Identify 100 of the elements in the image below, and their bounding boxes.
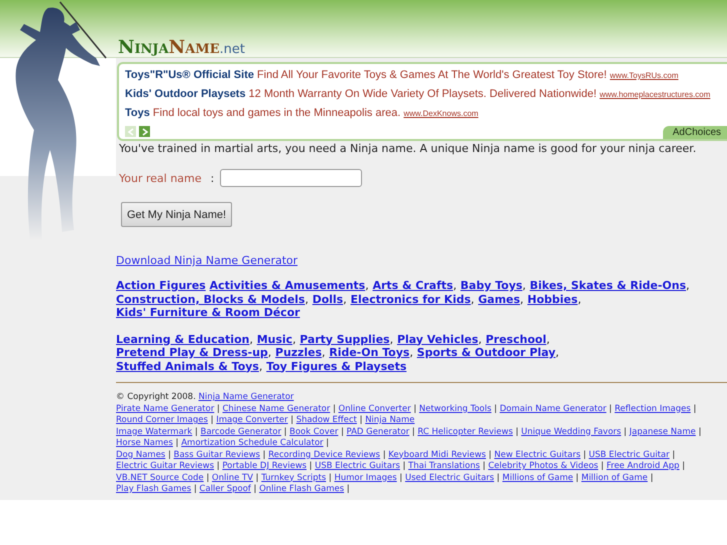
category-link[interactable]: Kids' Furniture & Room Décor [116,306,300,319]
separator-text: , [556,346,560,359]
category-link[interactable]: Sports & Outdoor Play [416,346,556,359]
separator-text: , [268,346,272,359]
footer-link[interactable]: Unique Wedding Favors [521,426,622,436]
category-link[interactable]: Dolls [312,292,344,306]
separator-text: | [284,426,287,436]
footer-link[interactable]: Online Flash Games [259,484,344,494]
separator-text: , [453,279,457,292]
separator-text: | [583,450,586,460]
name-input-field[interactable] [220,169,362,187]
separator-text: | [210,415,214,425]
footer-link[interactable]: Book Cover [290,426,338,436]
category-link[interactable]: Games [478,292,520,306]
separator-text: , [258,360,262,372]
category-link[interactable]: Arts & Crafts [372,279,454,292]
footer-link[interactable]: Turnkey Scripts [261,472,326,482]
separator-text: | [402,461,406,471]
separator-text: | [254,484,256,494]
separator-text: , [546,332,550,346]
ad-url-link[interactable]: www.homeplacestructures.com [600,90,710,99]
separator-text: | [309,461,312,471]
separator-text: | [168,450,171,460]
ad-title-link[interactable]: Toys"R"Us® Official Site [125,69,254,81]
footer-link[interactable]: Humor Images [334,472,397,482]
footer-link[interactable]: Image Converter [216,415,288,425]
category-link[interactable]: Music [256,332,292,346]
category-link[interactable]: Stuffed Animals & Toys [116,360,259,372]
ad-url-link[interactable]: www.ToysRUs.com [610,71,678,80]
separator-text: | [414,404,416,414]
footer-link[interactable]: Online Converter [338,404,411,414]
category-link[interactable]: Learning & Education [116,332,250,346]
footer-link[interactable]: Million of Game [581,472,648,482]
category-link[interactable]: Electronics for Kids [350,292,471,306]
footer-link[interactable]: Ninja Name Generator [198,392,294,402]
footer-link[interactable]: Image Watermark [116,426,192,436]
footer-link[interactable]: New Electric Guitars [494,450,580,460]
footer-link[interactable]: Ninja Name [365,415,415,425]
category-link[interactable]: Preschool [486,332,546,346]
footer-link[interactable]: Amortization Schedule Calculator [181,438,324,448]
category-link[interactable]: Puzzles [275,346,322,359]
ad-title-link[interactable]: Kids' Outdoor Playsets [125,88,246,100]
ad-url-link[interactable]: www.DexKnows.com [404,109,478,118]
category-link[interactable]: Bikes, Skates & Ride-Ons [530,279,686,292]
footer-link[interactable]: Round Corner Images [116,415,208,425]
separator-text: , [249,332,253,346]
footer-link[interactable]: Pirate Name Generator [116,404,214,414]
category-link[interactable]: Pretend Play & Dress-up [116,346,268,359]
separator-text: , [520,292,524,306]
footer-link[interactable]: Dog Names [116,450,166,460]
footer-link[interactable]: Portable DJ Reviews [222,461,307,471]
footer-link[interactable]: Electric Guitar Reviews [116,461,214,471]
footer-link[interactable]: Play Flash Games [116,484,192,494]
footer-link[interactable]: Free Android App [606,461,680,471]
separator-text: | [682,461,685,471]
download-link[interactable]: Download Ninja Name Generator [116,254,298,267]
footer-link[interactable]: Online TV [212,472,254,482]
separator-text: | [382,450,386,460]
footer-link[interactable]: Thai Translations [408,461,480,471]
category-link[interactable]: Ride-On Toys [329,346,410,359]
category-link[interactable]: Construction, Blocks & Models [116,292,305,306]
category-link[interactable]: Action Figures [116,279,206,292]
footer-link[interactable]: USB Electric Guitars [314,461,400,471]
category-link[interactable]: Toy Figures & Playsets [266,360,407,372]
separator-text: , [578,292,582,306]
category-link[interactable]: Party Supplies [300,332,390,346]
footer-link[interactable]: Japanese Name [629,426,696,436]
footer-link[interactable]: Networking Tools [419,404,492,414]
footer-link[interactable]: Chinese Name Generator [222,404,330,414]
footer-link[interactable]: Keyboard Midi Reviews [388,450,486,460]
separator-text: | [206,472,210,482]
footer-link[interactable]: VB.NET Source Code [116,472,204,482]
footer-link[interactable]: Reflection Images [614,404,691,414]
category-link[interactable]: Activities & Amusements [210,279,366,292]
footer-link[interactable]: Horse Names [116,438,173,448]
footer-link[interactable]: Domain Name Generator [500,404,606,414]
submit-button[interactable]: Get My Ninja Name! [121,202,232,227]
footer-link[interactable]: Millions of Game [502,472,574,482]
footer-link[interactable]: RC Helicopter Reviews [418,426,513,436]
footer-link[interactable]: PAD Generator [346,426,410,436]
separator-text: , [410,346,414,359]
separator-text: | [360,415,362,425]
footer-link[interactable]: Celebrity Photos & Videos [488,461,598,471]
footer-link[interactable]: Shadow Effect [296,415,357,425]
category-link[interactable]: Baby Toys [460,279,522,292]
footer-link[interactable]: USB Electric Guitar [588,450,670,460]
footer-link[interactable]: Used Electric Guitars [405,472,494,482]
adchoices-badge[interactable]: AdChoices [662,126,727,139]
footer-link[interactable]: Recording Device Reviews [268,450,380,460]
separator-text: | [346,484,350,494]
ad-title-link[interactable]: Toys [125,107,150,119]
site-logo[interactable]: NinjaName.net [118,39,245,59]
footer-link[interactable]: Caller Spoof [199,484,251,494]
separator-text: | [194,484,197,494]
category-link[interactable]: Hobbies [527,292,578,306]
footer-link[interactable]: Barcode Generator [200,426,282,436]
category-link[interactable]: Play Vehicles [397,332,478,346]
separator-text: | [262,450,266,460]
footer-link[interactable]: Bass Guitar Reviews [174,450,260,460]
next-ad-button[interactable] [139,126,150,137]
